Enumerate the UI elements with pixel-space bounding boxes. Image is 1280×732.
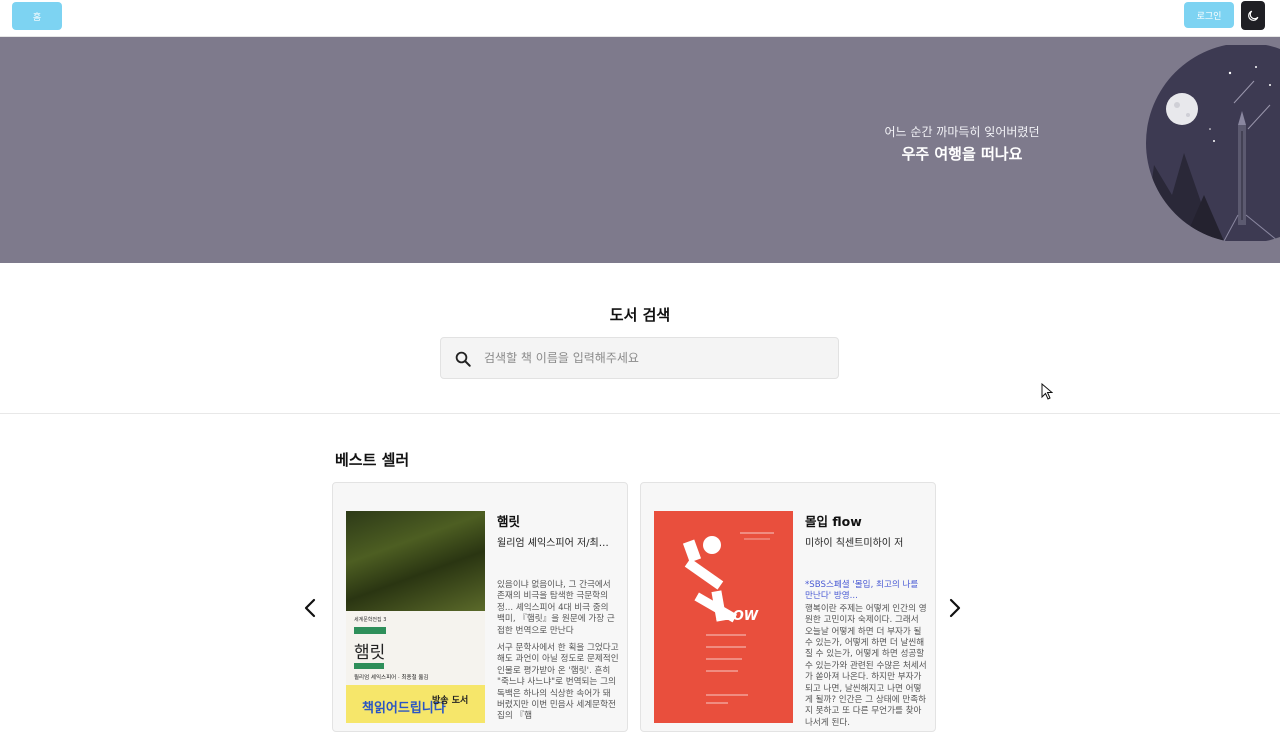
book-title: 몰입 flow <box>805 514 862 529</box>
book-description-paragraph: 서구 문학사에서 한 획을 그었다고 해도 과언이 아닐 정도로 문제적인 인물… <box>497 643 619 722</box>
book-cover-image: 세계문학전집 3 햄릿 윌리엄 셰익스피어 · 최종철 옮김 책읽어드립니다 방… <box>346 511 485 723</box>
book-title: 햄릿 <box>497 514 521 529</box>
chevron-right-icon <box>949 598 961 618</box>
cover-banner: 책읽어드립니다 방송 도서 <box>346 685 485 723</box>
cover-stripe <box>354 627 386 634</box>
hero-banner: 어느 순간 까마득히 잊어버렸던 우주 여행을 떠나요 <box>0 37 1280 263</box>
top-navbar: 홈 로그인 <box>0 0 1280 37</box>
search-icon <box>455 351 471 367</box>
login-button[interactable]: 로그인 <box>1184 2 1234 28</box>
cover-series: 세계문학전집 3 <box>354 617 387 623</box>
book-author: 윌리엄 셰익스피어 저/최종... <box>497 538 617 549</box>
space-illustration <box>1146 45 1280 241</box>
cover-title-area: 세계문학전집 3 햄릿 윌리엄 셰익스피어 · 최종철 옮김 <box>346 611 485 685</box>
home-button[interactable]: 홈 <box>12 2 62 30</box>
carousel-prev-button[interactable] <box>300 596 320 620</box>
hero-subtitle: 어느 순간 까마득히 잊어버렸던 <box>884 125 1040 139</box>
section-divider <box>0 413 1280 414</box>
cover-author: 윌리엄 셰익스피어 · 최종철 옮김 <box>354 675 429 681</box>
book-author: 미하이 칙센트미하이 저 <box>805 538 904 549</box>
moon-icon <box>1248 10 1259 21</box>
cover-painting <box>346 511 485 611</box>
book-card[interactable]: 세계문학전집 3 햄릿 윌리엄 셰익스피어 · 최종철 옮김 책읽어드립니다 방… <box>332 482 628 732</box>
cover-banner-tag: 방송 도서 <box>432 696 469 706</box>
search-section-title: 도서 검색 <box>609 306 671 324</box>
book-card[interactable]: FLOW 몰입 flow 미하이 칙센트미하이 저 *SBS스페셜 '몰입, 최… <box>640 482 936 732</box>
cover-title: 햄릿 <box>354 643 386 663</box>
mouse-cursor-icon <box>1041 383 1053 400</box>
search-input[interactable] <box>484 338 824 378</box>
hero-title: 우주 여행을 떠나요 <box>901 145 1023 163</box>
search-bar <box>440 337 839 379</box>
book-description-paragraph: 있음이냐 없음이냐, 그 간극에서 존재의 비극을 탐색한 극문학의 정... … <box>497 580 615 636</box>
cover-stripe <box>354 663 384 669</box>
book-cover-image: FLOW <box>654 511 793 723</box>
cover-title: FLOW <box>716 609 759 624</box>
carousel-next-button[interactable] <box>945 596 965 620</box>
book-description: *SBS스페셜 '몰입, 최고의 나를 만난다' 방영... 행복이란 주제는 … <box>805 580 927 731</box>
dark-mode-toggle[interactable] <box>1241 1 1265 30</box>
chevron-left-icon <box>304 598 316 618</box>
book-description: 있음이냐 없음이냐, 그 간극에서 존재의 비극을 탐색한 극문학의 정... … <box>497 580 619 729</box>
bestseller-title: 베스트 셀러 <box>335 451 410 469</box>
book-highlight: *SBS스페셜 '몰입, 최고의 나를 만난다' 방영... <box>805 580 919 602</box>
book-description-paragraph: 행복이란 주제는 어떻게 인간의 영원한 고민이자 숙제이다. 그래서 오늘날 … <box>805 603 927 728</box>
